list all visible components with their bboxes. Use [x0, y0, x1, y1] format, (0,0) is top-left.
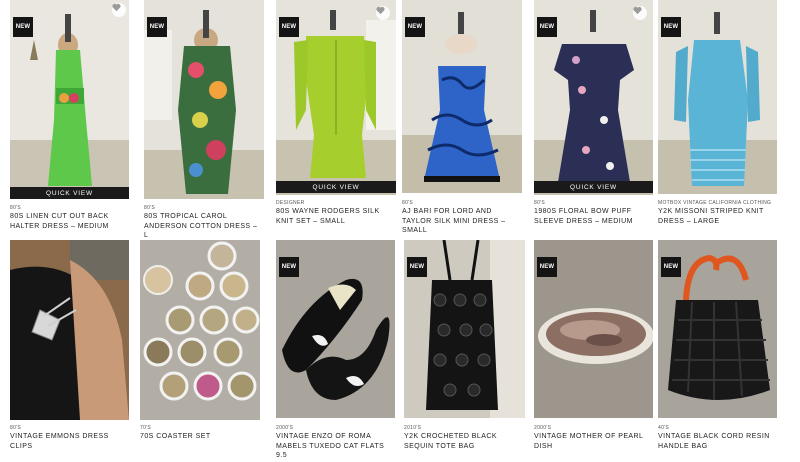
product-title[interactable]: 80S LINEN CUT OUT BACK HALTER DRESS – ME…: [10, 212, 129, 231]
product-image[interactable]: NEW: [404, 240, 525, 418]
product-image[interactable]: NEW QUICK VIEW: [10, 0, 129, 199]
quick-view-button[interactable]: QUICK VIEW: [534, 181, 653, 193]
new-badge: NEW: [537, 257, 557, 277]
product-title[interactable]: Y2K MISSONI STRIPED KNIT DRESS – LARGE: [658, 207, 777, 226]
product-category: 2010'S: [404, 425, 422, 431]
new-badge: NEW: [279, 257, 299, 277]
new-badge: NEW: [405, 17, 425, 37]
product-card[interactable]: NEW QUICK VIEW 80'S 1980S FLORAL BOW PUF…: [534, 0, 654, 235]
product-card[interactable]: NEW QUICK VIEW DESIGNER 80S WAYNE RODGER…: [276, 0, 397, 235]
product-image[interactable]: NEW: [534, 240, 653, 418]
product-image[interactable]: [10, 240, 129, 420]
new-badge: NEW: [661, 17, 681, 37]
quick-view-button[interactable]: QUICK VIEW: [276, 181, 396, 193]
product-card[interactable]: NEW 80'S 80S TROPICAL CAROL ANDERSON COT…: [144, 0, 265, 239]
product-image[interactable]: NEW QUICK VIEW: [276, 0, 396, 195]
new-badge: NEW: [407, 257, 427, 277]
product-title[interactable]: VINTAGE BLACK CORD RESIN HANDLE BAG: [658, 432, 777, 451]
product-card[interactable]: NEW 2000'S VINTAGE ENZO OF ROMA MABELS T…: [276, 240, 396, 460]
product-card[interactable]: NEW 2000'S VINTAGE MOTHER OF PEARL DISH: [534, 240, 654, 460]
product-card[interactable]: NEW 2010'S Y2K CROCHETED BLACK SEQUIN TO…: [404, 240, 526, 460]
product-category: 40'S: [658, 425, 670, 431]
product-category: 70'S: [140, 425, 152, 431]
product-title[interactable]: Y2K CROCHETED BLACK SEQUIN TOTE BAG: [404, 432, 525, 451]
product-title[interactable]: 80S WAYNE RODGERS SILK KNIT SET – SMALL: [276, 207, 396, 226]
product-title[interactable]: VINTAGE MOTHER OF PEARL DISH: [534, 432, 653, 451]
product-card[interactable]: NEW 80'S AJ BARI FOR LORD AND TAYLOR SIL…: [402, 0, 523, 235]
product-image[interactable]: NEW: [276, 240, 395, 418]
new-badge: NEW: [13, 17, 33, 37]
product-category: 80'S: [402, 200, 414, 206]
product-card[interactable]: 80'S VINTAGE EMMONS DRESS CLIPS: [10, 240, 130, 460]
product-category: 80'S: [144, 205, 156, 211]
product-category: 80'S: [534, 200, 546, 206]
quick-view-button[interactable]: QUICK VIEW: [10, 187, 129, 199]
product-title[interactable]: AJ BARI FOR LORD AND TAYLOR SILK MINI DR…: [402, 207, 522, 236]
product-category: MOTBOX VINTAGE CALIFORNIA CLOTHING: [658, 200, 772, 206]
product-category: 80'S: [10, 205, 22, 211]
product-image[interactable]: NEW: [144, 0, 264, 199]
product-card[interactable]: NEW QUICK VIEW 80'S 80S LINEN CUT OUT BA…: [10, 0, 130, 235]
wishlist-heart-icon[interactable]: [376, 6, 390, 20]
product-title[interactable]: 1980S FLORAL BOW PUFF SLEEVE DRESS – MED…: [534, 207, 653, 226]
new-badge: NEW: [279, 17, 299, 37]
product-category: 2000'S: [534, 425, 552, 431]
product-card[interactable]: 70'S 70S COASTER SET: [140, 240, 261, 460]
new-badge: NEW: [661, 257, 681, 277]
product-card[interactable]: NEW MOTBOX VINTAGE CALIFORNIA CLOTHING Y…: [658, 0, 778, 235]
new-badge: NEW: [147, 17, 167, 37]
product-image[interactable]: NEW: [658, 0, 777, 194]
product-title[interactable]: VINTAGE EMMONS DRESS CLIPS: [10, 432, 129, 451]
product-title[interactable]: 70S COASTER SET: [140, 432, 260, 442]
product-image[interactable]: NEW QUICK VIEW: [534, 0, 653, 195]
product-title[interactable]: 80S TROPICAL CAROL ANDERSON COTTON DRESS…: [144, 212, 264, 241]
product-category: 2000'S: [276, 425, 294, 431]
product-image[interactable]: NEW: [402, 0, 522, 193]
product-category: DESIGNER: [276, 200, 305, 206]
product-category: 80'S: [10, 425, 22, 431]
new-badge: NEW: [537, 17, 557, 37]
product-card[interactable]: NEW 40'S VINTAGE BLACK CORD RESIN HANDLE…: [658, 240, 778, 460]
product-title[interactable]: VINTAGE ENZO OF ROMA MABELS TUXEDO CAT F…: [276, 432, 395, 461]
product-image[interactable]: NEW: [658, 240, 777, 418]
wishlist-heart-icon[interactable]: [633, 6, 647, 20]
wishlist-heart-icon[interactable]: [112, 3, 126, 17]
product-image[interactable]: [140, 240, 260, 420]
